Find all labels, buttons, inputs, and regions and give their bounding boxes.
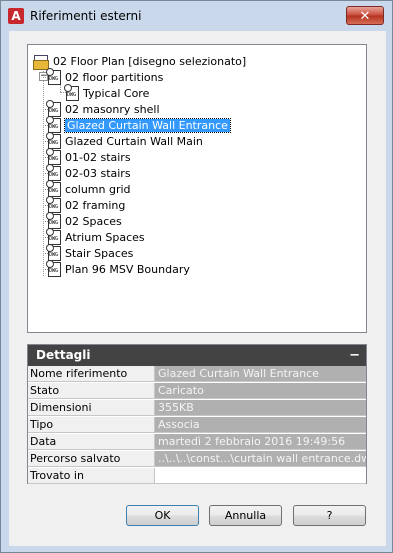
cancel-button[interactable]: Annulla (209, 505, 282, 526)
details-row-label: Nome riferimento (28, 366, 155, 382)
details-row-value: ..\..\..\const...\curtain wall entrance.… (155, 451, 366, 467)
details-row-value: martedì 2 febbraio 2016 19:49:56 (155, 434, 366, 450)
help-button[interactable]: ? (293, 505, 366, 526)
details-panel: Dettagli − Nome riferimento Glazed Curtai… (27, 344, 367, 484)
tree-item[interactable]: DWG 02 Spaces (46, 211, 122, 229)
dwg-file-icon: DWG (46, 115, 61, 133)
tree-item-label: Atrium Spaces (65, 230, 145, 244)
details-row-value: Caricato (155, 383, 366, 399)
details-row: Tipo Associa (28, 417, 366, 434)
tree-line (43, 173, 48, 174)
details-row-label: Data (28, 434, 155, 450)
tree-root[interactable]: 02 Floor Plan [disegno selezionato] (33, 53, 247, 70)
tree-line (43, 189, 48, 190)
tree-item[interactable]: DWG Plan 96 MSV Boundary (46, 259, 190, 277)
tree-item-label: Typical Core (83, 86, 150, 100)
tree-item-label: 01-02 stairs (65, 150, 131, 164)
tree-line (43, 77, 48, 78)
close-button[interactable]: ✕ (346, 6, 384, 25)
tree-item[interactable]: DWG 02 masonry shell (46, 99, 160, 117)
details-row: Data martedì 2 febbraio 2016 19:49:56 (28, 434, 366, 451)
tree-line (43, 205, 48, 206)
tree-line (43, 141, 48, 142)
dwg-file-icon: DWG (46, 67, 61, 85)
details-row-label: Percorso salvato (28, 451, 155, 467)
collapse-icon[interactable]: − (349, 345, 360, 366)
details-row-value: 355KB (155, 400, 366, 416)
tree-item-label: column grid (65, 182, 131, 196)
dwg-file-icon: DWG (46, 211, 61, 229)
tree-item[interactable]: DWG 02 framing (46, 195, 126, 213)
details-row-value: Glazed Curtain Wall Entrance (155, 366, 366, 382)
dwg-file-icon: DWG (46, 163, 61, 181)
details-row-label: Dimensioni (28, 400, 155, 416)
details-row: Dimensioni 355KB (28, 400, 366, 417)
tree-item[interactable]: DWG column grid (46, 179, 131, 197)
tree-item-label: 02 Spaces (65, 214, 122, 228)
dialog-window: A Riferimenti esterni ✕ 02 Floor Plan [d… (0, 0, 393, 553)
details-title: Dettagli (36, 348, 91, 362)
tree-item-label: Plan 96 MSV Boundary (65, 262, 190, 276)
xref-tree[interactable]: 02 Floor Plan [disegno selezionato] − DW… (27, 44, 367, 333)
autocad-app-icon: A (8, 8, 24, 24)
tree-line (43, 157, 48, 158)
dwg-file-icon: DWG (46, 179, 61, 197)
dwg-file-icon: DWG (46, 147, 61, 165)
tree-item[interactable]: DWG 02 floor partitions (46, 67, 164, 85)
tree-line (43, 125, 48, 126)
dwg-file-icon: DWG (46, 195, 61, 213)
tree-item[interactable]: DWG Typical Core (64, 83, 150, 101)
dialog-client: 02 Floor Plan [disegno selezionato] − DW… (9, 31, 386, 546)
tree-item-label: 02 framing (65, 198, 126, 212)
tree-item-label: Glazed Curtain Wall Main (65, 134, 203, 148)
drawing-folder-icon (33, 54, 49, 70)
details-row-label: Stato (28, 383, 155, 399)
tree-item-label: 02-03 stairs (65, 166, 131, 180)
details-row: Trovato in (28, 468, 366, 485)
title-bar[interactable]: A Riferimenti esterni ✕ (1, 1, 392, 31)
tree-item[interactable]: DWG Stair Spaces (46, 243, 134, 261)
details-row-value (155, 468, 366, 484)
dwg-file-icon: DWG (46, 131, 61, 149)
tree-item[interactable]: DWG Glazed Curtain Wall Entrance (46, 115, 231, 133)
tree-item-label: Stair Spaces (65, 246, 134, 260)
tree-item[interactable]: DWG 02-03 stairs (46, 163, 131, 181)
window-title: Riferimenti esterni (30, 9, 142, 23)
ok-button[interactable]: OK (126, 505, 199, 526)
dwg-file-icon: DWG (46, 99, 61, 117)
tree-item[interactable]: DWG 01-02 stairs (46, 147, 131, 165)
tree-item-label: 02 floor partitions (65, 70, 164, 84)
details-row: Percorso salvato ..\..\..\const...\curtai… (28, 451, 366, 468)
dwg-file-icon: DWG (46, 243, 61, 261)
tree-root-label: 02 Floor Plan [disegno selezionato] (53, 54, 247, 68)
tree-item-label: Glazed Curtain Wall Entrance (64, 117, 231, 133)
details-row-label: Trovato in (28, 468, 155, 484)
details-row-value: Associa (155, 417, 366, 433)
details-row-label: Tipo (28, 417, 155, 433)
tree-item-label: 02 masonry shell (65, 102, 160, 116)
dwg-file-icon: DWG (46, 259, 61, 277)
details-row: Nome riferimento Glazed Curtain Wall Entr… (28, 366, 366, 383)
tree-line (43, 109, 48, 110)
details-header[interactable]: Dettagli − (28, 345, 366, 366)
tree-line (43, 253, 48, 254)
tree-item[interactable]: DWG Glazed Curtain Wall Main (46, 131, 203, 149)
tree-item[interactable]: DWG Atrium Spaces (46, 227, 145, 245)
tree-line (43, 269, 48, 270)
tree-line (43, 221, 48, 222)
tree-line (43, 237, 48, 238)
details-row: Stato Caricato (28, 383, 366, 400)
dwg-file-icon: DWG (46, 227, 61, 245)
dwg-file-icon: DWG (64, 83, 79, 101)
